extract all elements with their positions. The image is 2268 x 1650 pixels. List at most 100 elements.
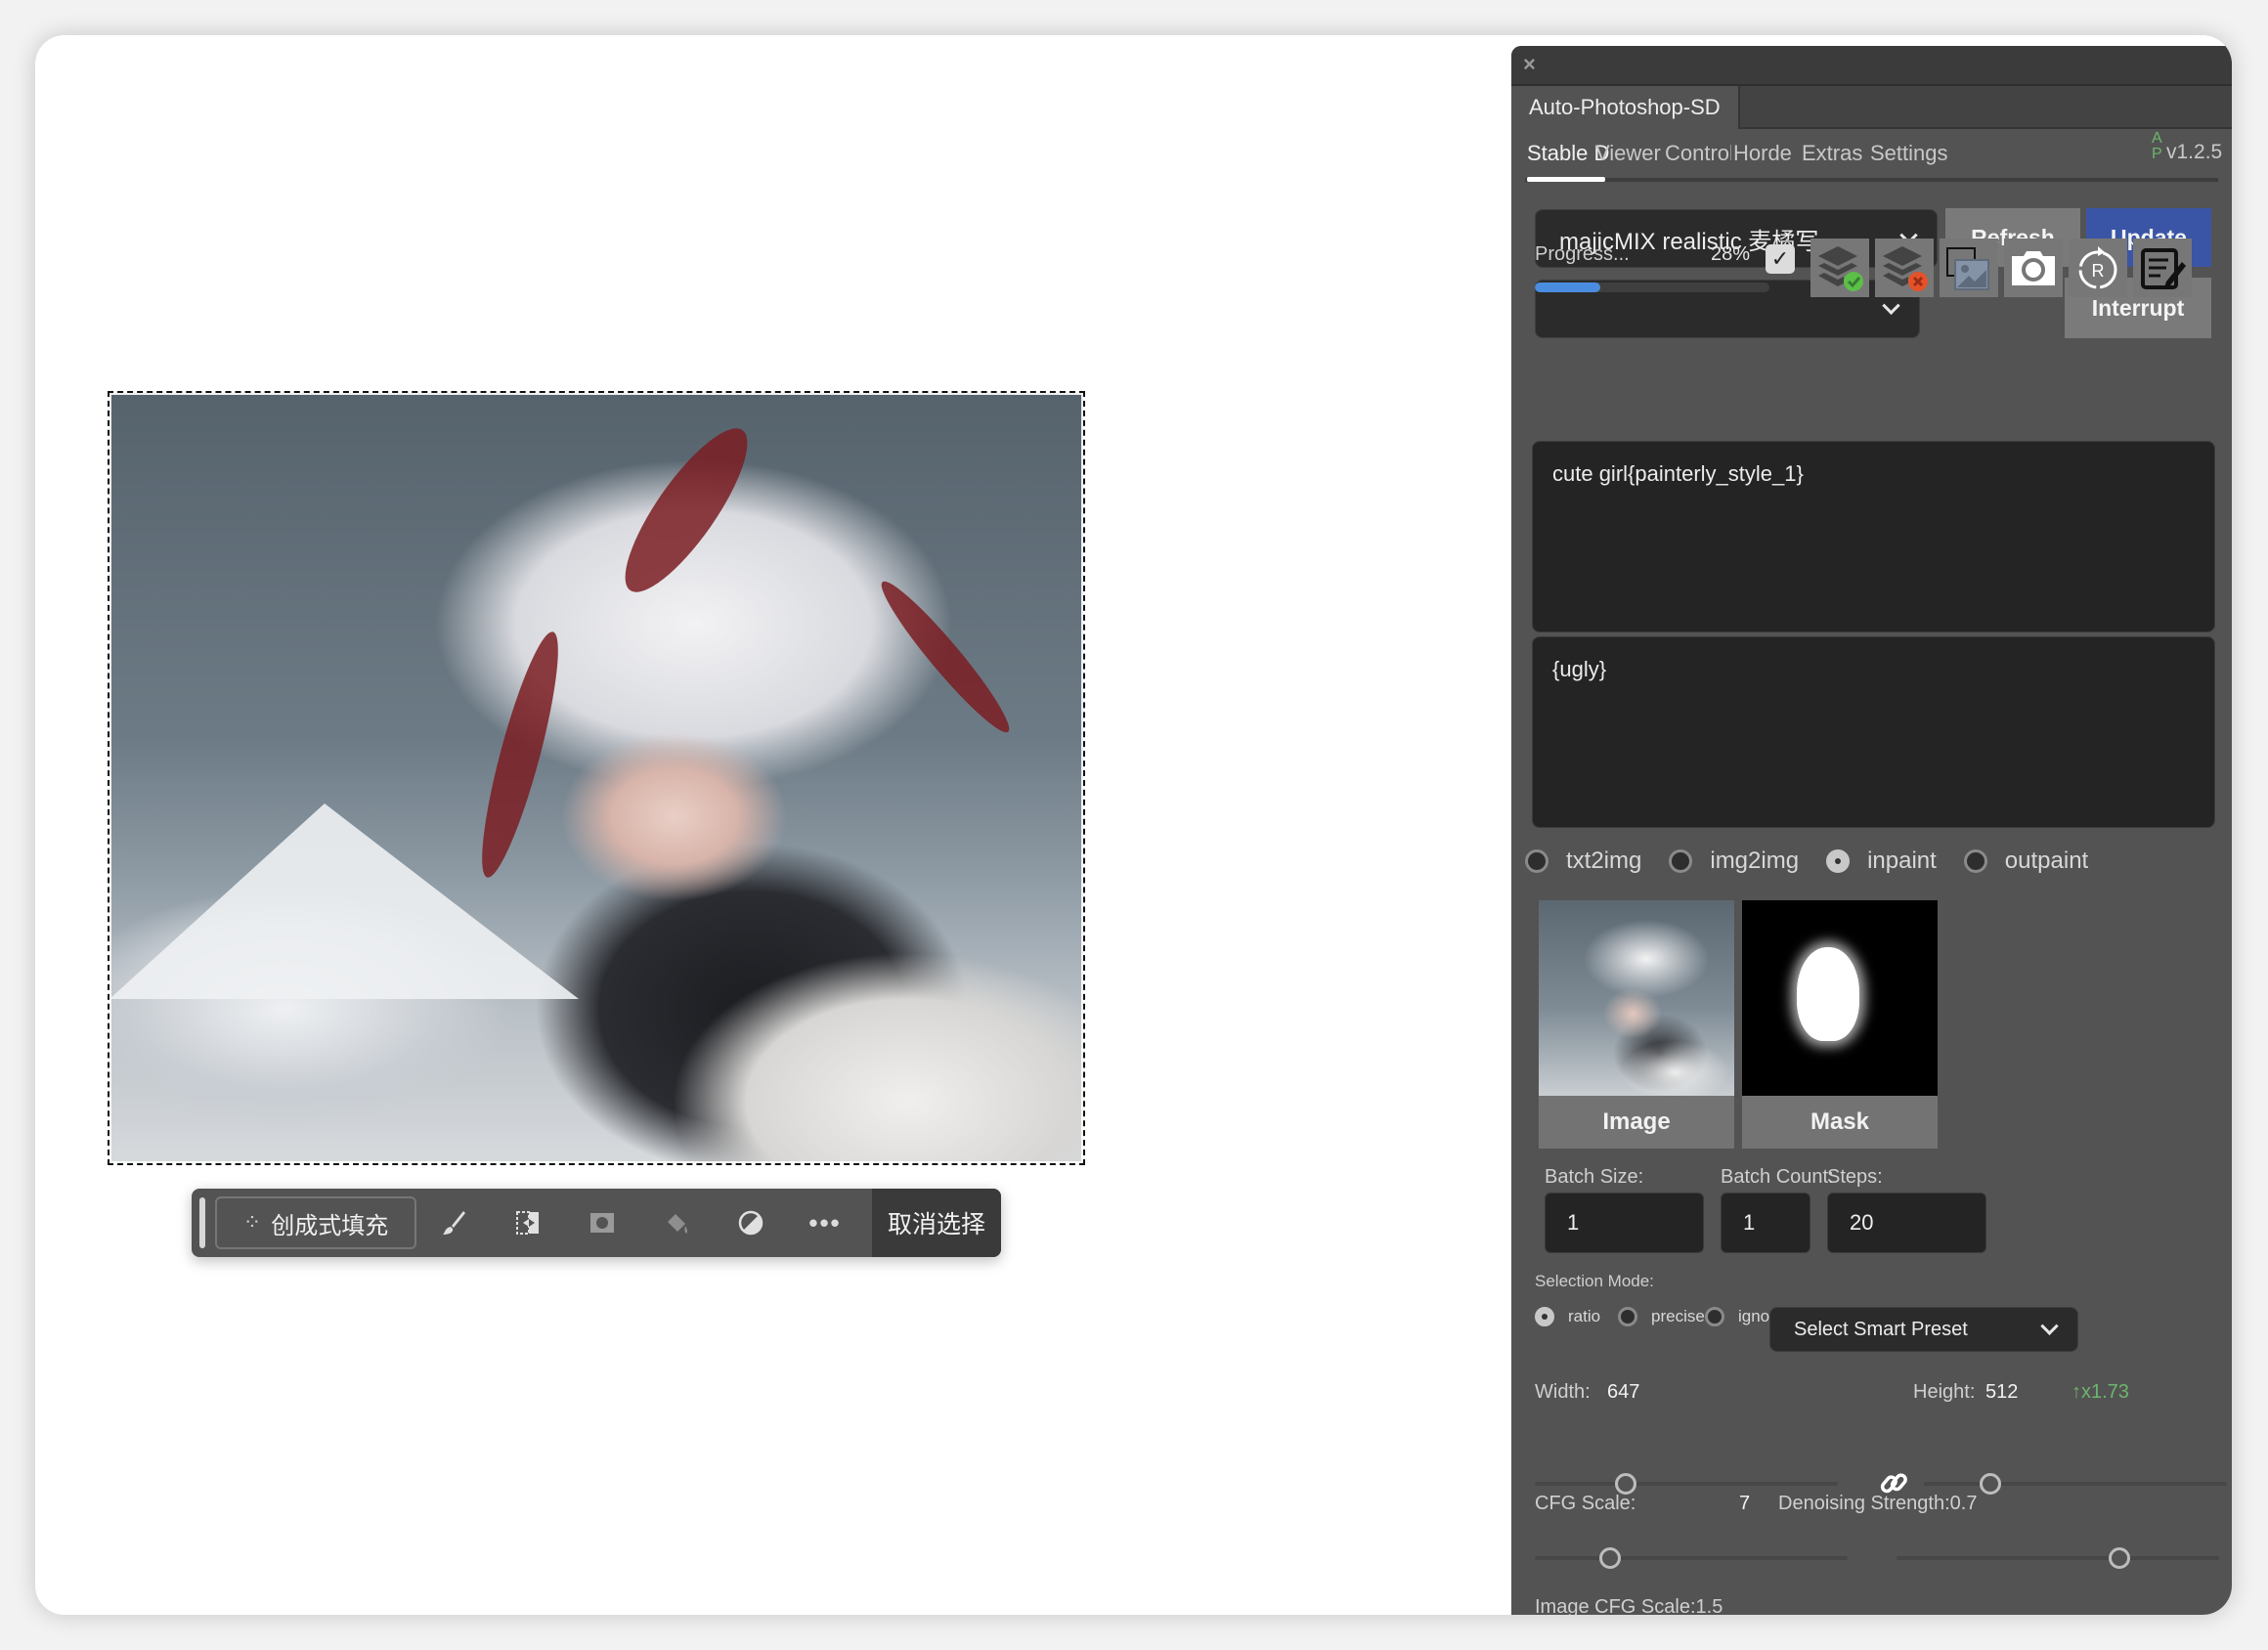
init-image-preview <box>1539 900 1734 1096</box>
tab-auto-photoshop-sd[interactable]: Auto-Photoshop-SD <box>1511 86 1740 129</box>
panel-title-bar: × <box>1511 46 2232 86</box>
mask-caption: Mask <box>1742 1096 1938 1149</box>
mask-thumbnail[interactable]: Mask <box>1742 900 1938 1149</box>
layers-check-button[interactable] <box>1810 239 1869 297</box>
layers-cancel-button[interactable] <box>1875 239 1934 297</box>
denoising-value: 0.7 <box>1949 1493 1978 1514</box>
generative-fill-label: 创成式填充 <box>271 1212 389 1239</box>
selection-mode-ratio[interactable]: ratio <box>1535 1307 1600 1326</box>
cfg-scale-value: 7 <box>1739 1493 1751 1514</box>
prompt-textarea[interactable]: cute girl{painterly_style_1} <box>1532 441 2215 632</box>
progress-bar <box>1535 282 1769 292</box>
check-icon: ✓ <box>1770 246 1790 271</box>
camera-icon <box>2012 251 2055 285</box>
nav-tab-viewer[interactable]: Viewer <box>1595 141 1661 166</box>
steps-label: Steps: <box>1827 1166 1883 1188</box>
radio-button-selected[interactable] <box>1826 849 1851 873</box>
upscale-ratio: ↑x1.73 <box>2072 1381 2129 1403</box>
auto-apply-checkbox[interactable]: ✓ <box>1766 244 1795 274</box>
batch-size-label: Batch Size: <box>1545 1166 1644 1188</box>
mode-label: img2img <box>1710 847 1800 874</box>
negative-prompt-textarea[interactable]: {ugly} <box>1532 636 2215 828</box>
reset-button[interactable]: R <box>2069 239 2127 297</box>
denoising-slider-knob[interactable] <box>2108 1547 2130 1569</box>
transform-selection-icon[interactable] <box>491 1189 565 1257</box>
mode-label: inpaint <box>1867 847 1937 874</box>
radio-button[interactable] <box>1963 849 1987 873</box>
active-tab-indicator <box>1527 177 1605 182</box>
width-label: Width: <box>1535 1381 1591 1403</box>
radio-button[interactable] <box>1669 849 1693 873</box>
camera-button[interactable] <box>2004 239 2063 297</box>
steps-value: 20 <box>1850 1210 1874 1235</box>
radio-button[interactable] <box>1618 1307 1637 1326</box>
negative-prompt-text: {ugly} <box>1552 657 1607 681</box>
smart-preset-select[interactable]: Select Smart Preset <box>1769 1307 2078 1352</box>
batch-count-label: Batch Count: <box>1721 1166 1834 1188</box>
nav-tab-horde[interactable]: Horde <box>1733 141 1792 166</box>
image-cfg-scale-label-text: Image CFG Scale: <box>1535 1596 1696 1615</box>
batch-count-value: 1 <box>1743 1210 1756 1235</box>
mode-inpaint[interactable]: inpaint <box>1826 847 1937 875</box>
batch-size-value: 1 <box>1567 1210 1580 1235</box>
edit-notes-icon <box>2141 248 2186 289</box>
deselect-button[interactable]: 取消选择 <box>872 1189 1001 1257</box>
brush-icon[interactable] <box>416 1189 491 1257</box>
height-slider[interactable] <box>1924 1473 2227 1495</box>
mode-label: outpaint <box>2004 847 2089 874</box>
mask-region <box>1797 947 1859 1041</box>
width-value: 647 <box>1607 1381 1640 1403</box>
batch-size-input[interactable]: 1 <box>1545 1193 1704 1253</box>
ap-badge-top: A <box>2152 130 2162 147</box>
plugin-nav: Stable D Viewer ControlN Horde Extras Se… <box>1511 129 2232 186</box>
edit-notes-button[interactable] <box>2133 239 2192 297</box>
init-image-thumbnail[interactable]: Image <box>1539 900 1734 1149</box>
height-slider-knob[interactable] <box>1980 1473 2002 1495</box>
radio-button-selected[interactable] <box>1535 1307 1554 1326</box>
denoising-slider[interactable] <box>1897 1547 2219 1569</box>
hair-streak <box>606 412 766 608</box>
width-slider-knob[interactable] <box>1615 1473 1636 1495</box>
radio-button[interactable] <box>1525 849 1548 873</box>
generative-fill-button[interactable]: ⁘ 创成式填充 <box>215 1196 416 1249</box>
canvas-artwork[interactable] <box>109 393 1083 1163</box>
mode-outpaint[interactable]: outpaint <box>1963 847 2089 875</box>
nav-tab-settings[interactable]: Settings <box>1870 141 1948 166</box>
ap-badge: AP <box>2152 131 2162 162</box>
invert-icon[interactable] <box>714 1189 788 1257</box>
nav-tab-controlnet[interactable]: ControlN <box>1665 141 1731 166</box>
fill-icon[interactable] <box>639 1189 714 1257</box>
hair-streak <box>871 572 1020 742</box>
image-cfg-scale-label: Image CFG Scale:1.5 <box>1535 1596 1723 1615</box>
nav-tab-extras[interactable]: Extras <box>1802 141 1862 166</box>
layers-check-icon <box>1818 246 1863 291</box>
cfg-scale-slider[interactable] <box>1535 1547 1848 1569</box>
mask-icon[interactable] <box>565 1189 639 1257</box>
drag-handle[interactable] <box>199 1197 205 1248</box>
selection-mode-precise[interactable]: precise <box>1618 1307 1705 1326</box>
panel-tab-strip: Auto-Photoshop-SD <box>1511 86 2232 129</box>
width-slider[interactable] <box>1535 1473 1838 1495</box>
mode-txt2img[interactable]: txt2img <box>1525 847 1641 875</box>
smart-preset-placeholder: Select Smart Preset <box>1794 1318 1968 1340</box>
image-cfg-scale-value: 1.5 <box>1695 1596 1723 1615</box>
nav-rail <box>1525 178 2218 182</box>
cfg-scale-slider-knob[interactable] <box>1598 1547 1621 1569</box>
height-value: 512 <box>1985 1381 2019 1403</box>
chevron-down-icon <box>1882 296 1900 315</box>
radio-button[interactable] <box>1705 1307 1724 1326</box>
steps-input[interactable]: 20 <box>1827 1193 1986 1253</box>
denoising-label-text: Denoising Strength: <box>1778 1493 1950 1514</box>
close-icon[interactable]: × <box>1523 52 1536 77</box>
selection-mode-label: Selection Mode: <box>1535 1272 1654 1290</box>
reset-icon: R <box>2078 246 2117 289</box>
height-label: Height: <box>1913 1381 1976 1403</box>
version-label: v1.2.5 <box>2166 141 2223 163</box>
generation-mode-radio-group: txt2img img2img inpaint outpaint <box>1525 847 2115 875</box>
mode-label: txt2img <box>1566 847 1642 874</box>
mode-img2img[interactable]: img2img <box>1669 847 1799 875</box>
batch-count-input[interactable]: 1 <box>1721 1193 1810 1253</box>
image-selection-button[interactable] <box>1940 239 1998 297</box>
mask-preview <box>1742 900 1938 1096</box>
more-icon[interactable]: ••• <box>788 1189 862 1257</box>
